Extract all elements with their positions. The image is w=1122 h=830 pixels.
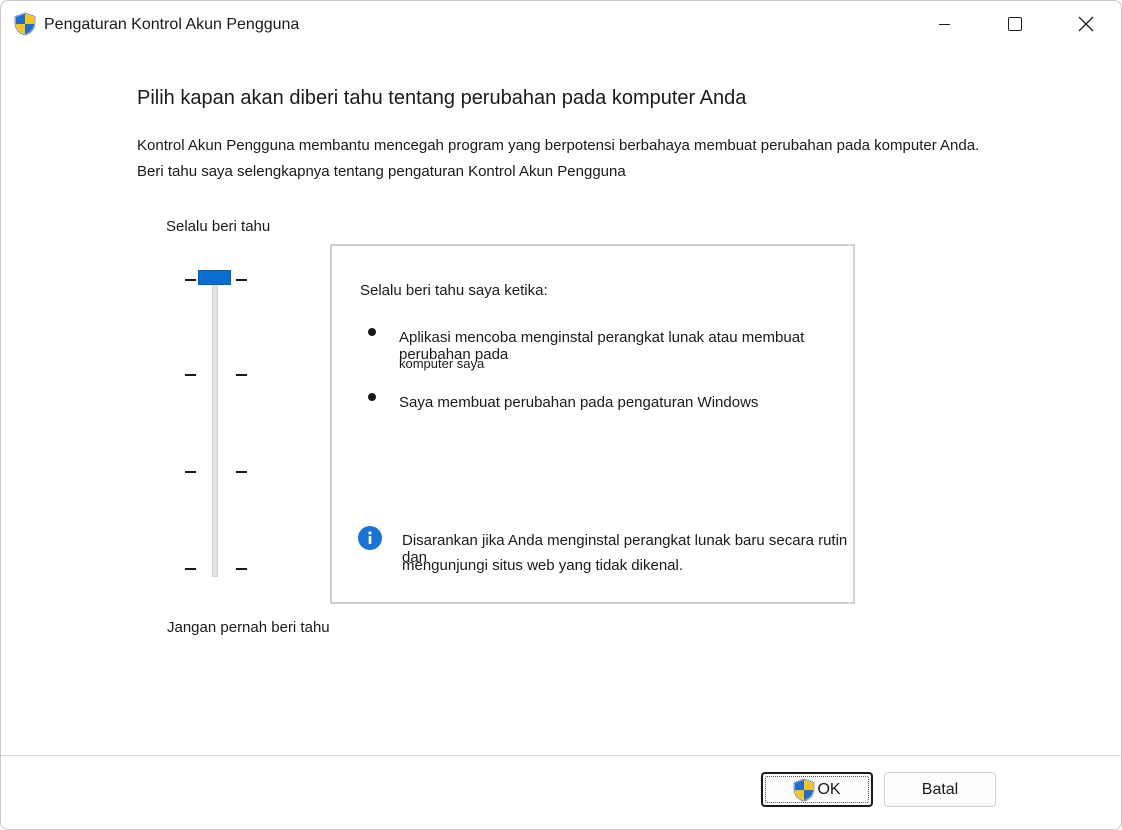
slider-tick [236,568,247,570]
uac-shield-icon [14,12,36,36]
list-item: Saya membuat perubahan pada pengaturan W… [399,394,759,411]
learn-more-link[interactable]: Beri tahu saya selengkapnya tentang peng… [137,163,626,180]
slider-tick [236,471,247,473]
footer-divider [1,755,1121,756]
slider-tick [236,279,247,281]
title-bar[interactable]: Pengaturan Kontrol Akun Pengguna [1,1,1121,47]
window-title: Pengaturan Kontrol Akun Pengguna [44,16,300,33]
uac-settings-window: Pengaturan Kontrol Akun Pengguna Pilih k… [0,0,1122,830]
slider-tick [185,471,196,473]
minimize-button[interactable] [909,1,979,47]
ok-button[interactable]: OK [761,772,873,807]
bullet-icon [368,328,376,336]
slider-tick [185,568,196,570]
close-button[interactable] [1051,1,1121,47]
bullet-icon [368,393,376,401]
slider-tick [185,279,196,281]
recommendation-text: mengunjungi situs web yang tidak dikenal… [402,557,684,574]
slider-bottom-label: Jangan pernah beri tahu [167,619,330,636]
slider-tick [236,374,247,376]
slider-tick [185,374,196,376]
maximize-button[interactable] [980,1,1050,47]
close-icon [1078,16,1094,32]
maximize-icon [1008,17,1022,31]
page-heading: Pilih kapan akan diberi tahu tentang per… [137,87,747,109]
focus-ring [765,776,869,803]
box-title: Selalu beri tahu saya ketika: [360,282,548,299]
slider-top-label: Selalu beri tahu [166,218,271,235]
level-description-box: Selalu beri tahu saya ketika: Aplikasi m… [330,244,855,604]
slider-thumb[interactable] [198,270,231,285]
page-description: Kontrol Akun Pengguna membantu mencegah … [137,137,980,154]
notification-level-slider-track[interactable] [212,277,218,577]
info-icon [358,526,382,550]
cancel-button[interactable]: Batal [884,772,996,807]
list-item-continuation: komputer saya [399,356,485,371]
cancel-label: Batal [921,780,959,798]
minimize-icon [938,23,950,25]
